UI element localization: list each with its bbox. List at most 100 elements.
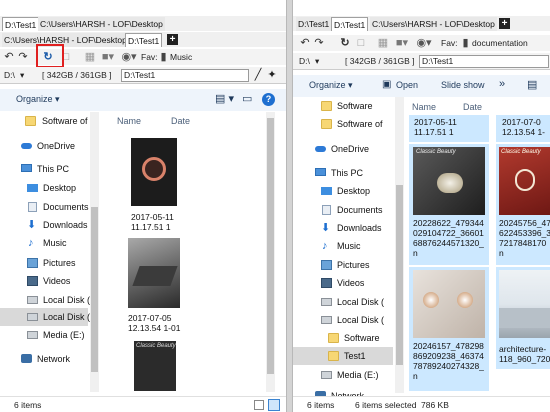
nav-pictures[interactable]: Pictures [0,254,88,272]
view-options-icon[interactable]: ▤ ▾ [215,92,234,105]
drive-selector[interactable]: D:\ [299,54,310,68]
organize-button[interactable]: Organize ▾ [16,94,60,105]
file-caption[interactable]: 2017-07-0 12.13.54 1- [502,117,545,137]
forward-arrow-icon[interactable]: ↷ [313,36,325,50]
more-commands-button[interactable]: » [499,78,505,90]
nav-documents[interactable]: Documents [0,198,89,216]
nav-software[interactable]: Software [293,97,393,115]
back-arrow-icon[interactable]: ↶ [299,36,311,50]
tab-test1-a[interactable]: D:\Test1 [296,17,332,31]
download-arrow-icon: ⬇ [27,219,37,231]
drive-dropdown-icon[interactable]: ▾ [20,68,24,82]
layout-dropdown-icon[interactable]: ■▾ [99,50,117,64]
nav-videos[interactable]: Videos [293,274,393,292]
nav-music[interactable]: ♪ Music [0,234,88,252]
tab-desktop[interactable]: C:\Users\HARSH - LOF\Desktop [38,17,165,31]
drive-selector[interactable]: D:\ [4,68,15,82]
nav-this-pc[interactable]: This PC [293,164,393,182]
fav-documentation-link[interactable]: documentation [472,36,528,50]
slide-show-button[interactable]: Slide show [441,80,485,90]
nav-media-e[interactable]: Media (E:) [0,326,88,344]
tab-test1[interactable]: D:\Test1 [2,17,40,31]
column-name[interactable]: Name [117,116,141,126]
nav-music[interactable]: ♪ Music [293,237,393,255]
nav-scrollbar-thumb[interactable] [396,185,403,365]
file-caption[interactable]: 2017-05-11 11.17.51 1 [414,117,457,137]
preview-pane-icon[interactable]: ▭ [242,92,252,105]
nav-videos[interactable]: Videos [0,272,88,290]
column-name[interactable]: Name [412,102,436,112]
file-tile-selected[interactable]: Classic Beauty 20245756_47 622453396_3 7… [496,144,550,265]
nav-onedrive[interactable]: OneDrive [293,140,393,158]
path-input[interactable]: D:\Test1 [419,55,549,68]
path-input[interactable]: D:\Test1 [121,69,249,82]
nav-media-e[interactable]: Media (E:) [293,366,393,384]
nav-downloads[interactable]: ⬇ Downloads [0,216,88,234]
tab-test1-b[interactable]: D:\Test1 [331,17,369,31]
image-thumbnail[interactable]: Classic Beauty [134,341,176,391]
nav-onedrive[interactable]: OneDrive [0,137,88,155]
organize-button[interactable]: Organize ▾ [309,80,353,91]
view-dropdown-icon[interactable]: ◉▾ [415,36,433,50]
column-date[interactable]: Date [171,116,190,126]
new-tab-icon[interactable]: + [167,34,178,45]
onedrive-icon [21,143,32,149]
nav-network[interactable]: Network [0,350,88,368]
tab-desktop[interactable]: C:\Users\HARSH - LOF\Desktop [370,17,497,31]
nav-scrollbar[interactable] [90,112,99,392]
nav-desktop[interactable]: Desktop [0,179,88,197]
view-options-icon[interactable]: ▤ [527,78,537,91]
back-arrow-icon[interactable]: ↶ [3,50,15,64]
help-icon[interactable]: ? [262,93,275,106]
content-scrollbar-thumb[interactable] [267,118,274,374]
file-tile-selected[interactable]: Classic Beauty 20228622_479344 029104722… [409,144,489,265]
file-caption[interactable]: 2017-05-11 11.17.51 1 [131,212,174,232]
view-dropdown-icon[interactable]: ◉▾ [120,50,138,64]
nav-local-disk-c[interactable]: Local Disk ( [293,293,393,311]
wand-icon[interactable]: ╱ [252,68,264,82]
nav-local-disk-d[interactable]: Local Disk ( [0,308,90,326]
delete-icon[interactable]: □ [355,36,367,50]
tab-test1-2[interactable]: D:\Test1 [125,33,163,47]
file-tile-selected[interactable]: 20246157_478298 869209238_46374 78789240… [409,267,489,391]
file-tile-selected[interactable]: architecture- 118_960_720 [496,267,550,369]
copy-icon[interactable]: ▦ [84,50,96,64]
nav-local-disk-c[interactable]: Local Disk ( [0,291,90,309]
nav-pictures[interactable]: Pictures [293,256,393,274]
nav-label: This PC [37,164,70,174]
file-caption[interactable]: 2017-07-05 12.13.54 1-01 [128,313,180,333]
nav-software-of[interactable]: Software of [0,112,88,130]
nav-scrollbar-thumb[interactable] [91,207,98,372]
disk-space-label: [ 342GB / 361GB ] [42,70,112,80]
image-thumbnail[interactable] [131,138,177,206]
nav-software-of[interactable]: Software of [293,115,393,133]
nav-scrollbar[interactable] [395,97,404,393]
layout-dropdown-icon[interactable]: ■▾ [393,36,411,50]
fav-music-link[interactable]: Music [170,50,192,64]
nav-downloads[interactable]: ⬇ Downloads [293,219,393,237]
nav-folder-test1[interactable]: Test1 [293,347,393,365]
new-tab-icon[interactable]: + [499,18,510,29]
nav-desktop[interactable]: Desktop [293,182,393,200]
large-icons-view-icon[interactable] [268,399,280,411]
nav-folder-software[interactable]: Software [293,329,393,347]
drive-dropdown-icon[interactable]: ▾ [315,54,319,68]
refresh-icon[interactable]: ↻ [338,36,352,50]
image-thumbnail[interactable] [128,238,180,308]
nav-label: Software of [337,119,383,129]
forward-arrow-icon[interactable]: ↷ [17,50,29,64]
open-button[interactable]: Open [396,80,418,90]
wrench-icon[interactable]: ✦ [266,68,278,82]
details-view-icon[interactable] [254,400,264,410]
folder-icon [321,119,332,129]
disk-space-label: [ 342GB / 361GB ] [345,56,415,66]
copy-icon[interactable]: ▦ [377,36,389,50]
content-scrollbar[interactable] [266,112,275,392]
tab-desktop-2[interactable]: C:\Users\HARSH - LOF\Desktop [2,33,129,47]
nav-documents[interactable]: Documents [293,201,393,219]
nav-this-pc[interactable]: This PC [0,160,88,178]
architecture-thumbnail [499,270,550,338]
open-icon[interactable]: ▣ [382,79,391,90]
column-date[interactable]: Date [463,102,482,112]
nav-local-disk-d[interactable]: Local Disk ( [293,311,393,329]
